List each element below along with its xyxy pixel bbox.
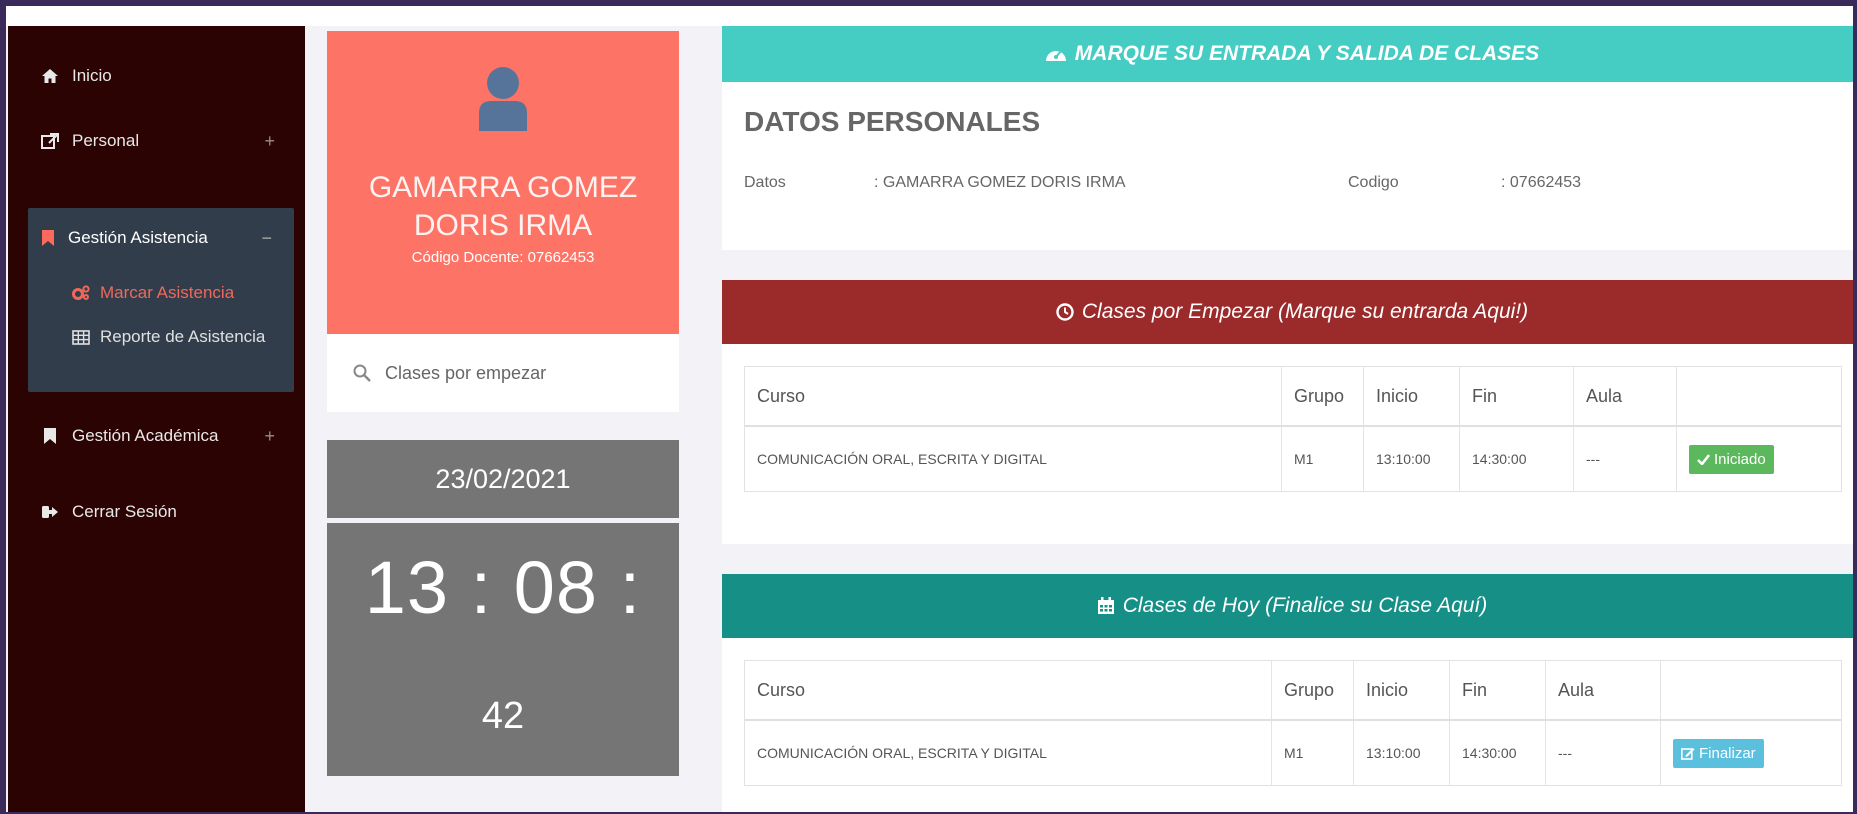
iniciado-label: Iniciado [1714, 450, 1766, 468]
classes-to-start-table: Curso Grupo Inicio Fin Aula COMUNICACIÓN… [744, 366, 1842, 492]
clock-display: 13 : 08 : 42 [327, 523, 679, 776]
table-row: COMUNICACIÓN ORAL, ESCRITA Y DIGITAL M1 … [745, 427, 1841, 491]
sign-out-icon [40, 505, 60, 519]
table-icon [72, 329, 90, 345]
bookmark-icon [42, 230, 54, 246]
search-icon [353, 364, 371, 382]
sidebar-item-personal[interactable]: Personal + [8, 114, 305, 168]
sidebar-item-label: Gestión Académica [72, 426, 219, 445]
user-avatar-icon [477, 65, 529, 136]
teacher-code: Código Docente: 07662453 [411, 249, 595, 266]
sidebar-item-gestion-asistencia[interactable]: Gestión Asistencia − [28, 208, 294, 268]
expand-icon[interactable]: + [264, 426, 275, 447]
expand-icon[interactable]: + [264, 131, 275, 152]
table-row: COMUNICACIÓN ORAL, ESCRITA Y DIGITAL M1 … [745, 721, 1841, 785]
fin-cell: 14:30:00 [1449, 721, 1545, 785]
inicio-cell: 13:10:00 [1363, 427, 1459, 491]
column-header: Aula [1573, 367, 1676, 425]
search-label: Clases por empezar [385, 362, 547, 383]
check-icon [1697, 453, 1710, 465]
column-header: Grupo [1281, 367, 1363, 425]
todays-classes-title: Clases de Hoy (Finalice su Clase Aquí) [1122, 594, 1488, 617]
dashboard-icon [1045, 45, 1067, 63]
datos-label: Datos [744, 174, 786, 191]
curso-cell: COMUNICACIÓN ORAL, ESCRITA Y DIGITAL [757, 745, 1047, 761]
sidebar-item-label: Inicio [72, 66, 112, 85]
cogs-icon [72, 285, 90, 301]
todays-classes-panel: Clases de Hoy (Finalice su Clase Aquí) C… [722, 574, 1853, 812]
clock-seconds: 42 [481, 695, 525, 737]
teacher-name: GAMARRA GOMEZ DORIS IRMA [368, 171, 638, 242]
submenu-item-label: Marcar Asistencia [100, 283, 235, 302]
column-header: Curso [757, 679, 806, 700]
codigo-value: : 07662453 [1501, 174, 1582, 191]
codigo-label: Codigo [1348, 174, 1399, 191]
submenu-gestion-asistencia: Gestión Asistencia − Marcar Asistencia R… [28, 208, 294, 392]
app-frame: Inicio Personal + Gestión Asistencia − M… [0, 0, 1857, 814]
collapse-icon[interactable]: − [261, 228, 272, 249]
clases-por-empezar-link[interactable]: Clases por empezar [327, 334, 679, 412]
sidebar-item-gestion-academica[interactable]: Gestión Académica + [8, 409, 305, 463]
column-header: Inicio [1363, 367, 1459, 425]
column-header: Fin [1449, 661, 1545, 719]
datos-value: : GAMARRA GOMEZ DORIS IRMA [874, 174, 1126, 191]
sidebar-item-label: Cerrar Sesión [72, 502, 177, 521]
todays-classes-table: Curso Grupo Inicio Fin Aula COMUNICACIÓN… [744, 660, 1842, 786]
personal-data-title: DATOS PERSONALES [744, 106, 1041, 137]
column-header [1660, 661, 1841, 719]
sidebar-item-label: Gestión Asistencia [68, 228, 208, 247]
classes-to-start-panel: Clases por Empezar (Marque su entrarda A… [722, 280, 1853, 544]
action-cell: Finalizar [1660, 721, 1841, 785]
column-header: Fin [1459, 367, 1573, 425]
table-header-row: Curso Grupo Inicio Fin Aula [745, 661, 1841, 721]
aula-cell: --- [1545, 721, 1660, 785]
sidebar: Inicio Personal + Gestión Asistencia − M… [8, 26, 305, 812]
classes-to-start-title: Clases por Empezar (Marque su entrarda A… [1081, 300, 1529, 323]
finalizar-label: Finalizar [1699, 744, 1756, 762]
clock-hours-minutes: 13 : 08 : [364, 546, 642, 629]
aula-cell: --- [1573, 427, 1676, 491]
clock-icon [1056, 303, 1074, 321]
column-header: Inicio [1353, 661, 1449, 719]
submenu-item-reporte-asistencia[interactable]: Reporte de Asistencia [28, 314, 294, 360]
curso-cell: COMUNICACIÓN ORAL, ESCRITA Y DIGITAL [757, 451, 1047, 467]
finalizar-button[interactable]: Finalizar [1673, 738, 1764, 768]
grupo-cell: M1 [1271, 721, 1353, 785]
top-bar [6, 6, 1853, 26]
column-header: Aula [1545, 661, 1660, 719]
calendar-icon [1097, 597, 1115, 615]
iniciado-button[interactable]: Iniciado [1689, 444, 1774, 474]
sidebar-item-label: Personal [72, 131, 140, 150]
bookmark-icon [40, 428, 60, 444]
grupo-cell: M1 [1281, 427, 1363, 491]
sidebar-item-inicio[interactable]: Inicio [8, 49, 305, 103]
todays-classes-header: Clases de Hoy (Finalice su Clase Aquí) [722, 574, 1853, 638]
attendance-header: MARQUE SU ENTRADA Y SALIDA DE CLASES [722, 26, 1853, 82]
home-icon [40, 69, 60, 83]
attendance-header-label: MARQUE SU ENTRADA Y SALIDA DE CLASES [1074, 42, 1540, 65]
action-cell: Iniciado [1676, 427, 1841, 491]
edit-icon [1681, 747, 1695, 760]
column-header: Curso [757, 385, 806, 406]
personal-data-panel: DATOS PERSONALES Datos : GAMARRA GOMEZ D… [722, 82, 1853, 250]
table-header-row: Curso Grupo Inicio Fin Aula [745, 367, 1841, 427]
column-header [1676, 367, 1841, 425]
classes-to-start-header: Clases por Empezar (Marque su entrarda A… [722, 280, 1853, 344]
external-link-icon [40, 133, 60, 149]
profile-card: GAMARRA GOMEZ DORIS IRMA Código Docente:… [327, 31, 679, 334]
inicio-cell: 13:10:00 [1353, 721, 1449, 785]
submenu-item-label: Reporte de Asistencia [100, 327, 266, 346]
column-header: Grupo [1271, 661, 1353, 719]
submenu-item-marcar-asistencia[interactable]: Marcar Asistencia [28, 270, 294, 316]
sidebar-item-cerrar-sesion[interactable]: Cerrar Sesión [8, 485, 305, 539]
fin-cell: 14:30:00 [1459, 427, 1573, 491]
current-date: 23/02/2021 [327, 440, 679, 518]
